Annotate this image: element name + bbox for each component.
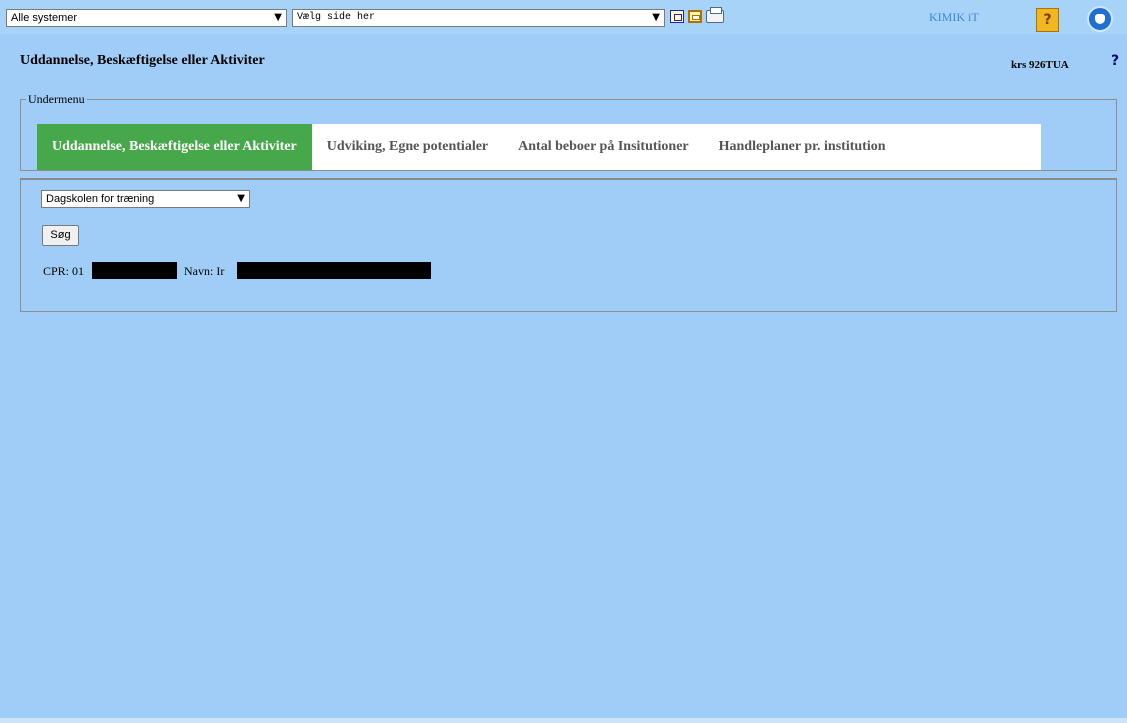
page-select[interactable]: Vælg side her ▼: [292, 9, 665, 27]
window-icon[interactable]: [688, 10, 702, 23]
view-icon[interactable]: [670, 10, 684, 23]
help-link[interactable]: ?: [1111, 53, 1119, 69]
institution-select-value: Dagskolen for træning: [46, 193, 155, 205]
chevron-down-icon: ▼: [274, 12, 282, 23]
search-button[interactable]: Søg: [42, 225, 79, 246]
tab-antal-beboer[interactable]: Antal beboer på Insitutioner: [503, 124, 703, 170]
phone-icon[interactable]: [1087, 6, 1113, 32]
cpr-label: CPR: 01: [43, 264, 85, 278]
user-code: krs 926TUA: [1011, 59, 1069, 71]
page-select-value: Vælg side her: [297, 12, 376, 23]
print-icon[interactable]: [706, 7, 724, 23]
tab-udviking[interactable]: Udviking, Egne potentialer: [312, 124, 503, 170]
institution-select[interactable]: Dagskolen for træning ▼: [41, 190, 250, 208]
tab-handleplaner[interactable]: Handleplaner pr. institution: [704, 124, 901, 170]
brand-link[interactable]: KIMIK iT: [929, 10, 979, 25]
name-redaction: [237, 262, 431, 279]
help-icon[interactable]: ?: [1036, 8, 1059, 32]
chevron-down-icon: ▼: [652, 12, 660, 23]
top-toolbar: Alle systemer ▼ Vælg side her ▼ KIMIK iT…: [0, 0, 1127, 34]
system-select[interactable]: Alle systemer ▼: [6, 9, 287, 27]
submenu-tabs: Uddannelse, Beskæftigelse eller Aktivite…: [37, 124, 1041, 170]
bottom-edge: [0, 718, 1127, 723]
chevron-down-icon: ▼: [237, 193, 245, 204]
name-label: Navn: Ir: [184, 264, 225, 278]
submenu: Undermenu Uddannelse, Beskæftigelse elle…: [20, 92, 1117, 171]
page-title: Uddannelse, Beskæftigelse eller Aktivite…: [20, 53, 265, 68]
system-select-value: Alle systemer: [11, 12, 78, 24]
cpr-redaction: [92, 262, 177, 279]
search-panel: Dagskolen for træning ▼ Søg CPR: 01 Navn…: [20, 180, 1117, 312]
submenu-legend: Undermenu: [28, 92, 85, 106]
tab-uddannelse[interactable]: Uddannelse, Beskæftigelse eller Aktivite…: [37, 124, 312, 170]
